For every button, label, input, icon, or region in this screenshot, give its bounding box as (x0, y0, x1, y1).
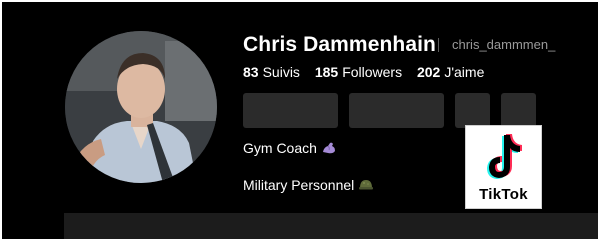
suggest-button[interactable] (455, 93, 490, 128)
bio-text-2: Military Personnel (243, 177, 355, 193)
profile-name: Chris Dammenhain (243, 33, 436, 56)
avatar[interactable] (65, 31, 217, 183)
tiktok-note-icon (487, 134, 522, 179)
stat-likes-label: J'aime (444, 64, 485, 80)
military-helmet-emoji-icon (358, 177, 374, 196)
tiktok-logo: TikTok (465, 125, 542, 209)
stat-followers-label: Followers (342, 64, 403, 80)
bio-text-1: Gym Coach (243, 140, 317, 156)
content-tabs-bar (64, 213, 598, 239)
follow-button[interactable] (243, 93, 338, 128)
profile-handle: chris_dammmen_ (452, 37, 556, 52)
message-button[interactable] (349, 93, 444, 128)
stat-likes: 202 J'aime (417, 64, 484, 80)
profile-stats: 83 Suivis 185 Followers 202 J'aime (243, 64, 495, 80)
stat-followers[interactable]: 185 Followers (315, 64, 402, 80)
stat-followers-count: 185 (314, 64, 339, 80)
stat-following[interactable]: 83 Suivis (243, 64, 300, 80)
bio-line-2: Military Personnel (243, 177, 374, 196)
flexed-biceps-emoji-icon (321, 140, 337, 159)
tiktok-wordmark: TikTok (479, 186, 528, 203)
name-divider (438, 38, 439, 52)
stat-likes-count: 202 (416, 64, 441, 80)
avatar-photo (65, 31, 217, 183)
stat-following-label: Suivis (262, 64, 300, 80)
profile-screen: Chris Dammenhain chris_dammmen_ 83 Suivis… (2, 2, 598, 239)
bio-line-1: Gym Coach (243, 140, 337, 159)
stat-following-count: 83 (243, 64, 259, 80)
more-options-button[interactable] (501, 93, 536, 128)
